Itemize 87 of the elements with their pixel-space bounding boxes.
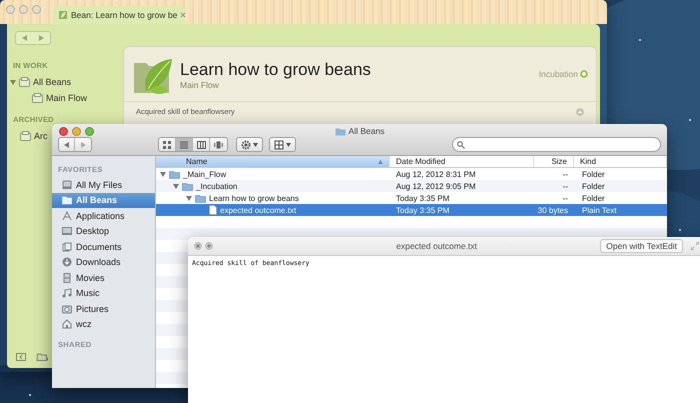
download-icon [62,257,72,268]
sidebar-item[interactable]: Desktop [52,224,155,239]
list-icon [180,140,188,148]
disclosure-icon[interactable] [173,183,179,189]
close-icon [194,242,202,250]
sidebar-item[interactable]: Arc [10,128,48,144]
film-icon [62,272,72,283]
disclosure-icon[interactable] [10,79,16,85]
sidebar-item[interactable]: Movies [52,270,155,286]
action-menu-button[interactable] [236,137,263,152]
file-name: _Incubation [196,182,238,190]
flow-name: Main Flow [180,80,220,90]
sidebar-item[interactable]: wcz [52,316,155,332]
plus-icon [205,242,213,250]
disclosure-icon[interactable] [160,171,166,177]
sidebar-item[interactable]: All My Files [52,177,155,192]
back-icon [64,142,70,148]
apps-icon [62,210,72,221]
box-icon [19,77,30,87]
sort-icon [378,160,383,164]
kind-cell-text: Plain Text [581,204,618,216]
size-cell-text: -- [562,180,569,192]
sidebar-item[interactable]: Main Flow [22,90,88,106]
search-icon [457,141,465,149]
sidebar-item[interactable]: Pictures [52,301,155,316]
kind-cell-text: Folder [581,168,606,180]
column-header[interactable]: Kind [574,156,667,167]
close-icon [180,12,186,18]
kind-cell-text: Folder [581,192,606,204]
size-cell-text: -- [562,192,569,204]
fullscreen-icon [690,242,699,250]
bean-title: Learn how to grow beans [180,60,372,80]
cover-flow-icon [214,140,223,148]
size-cell-text: 30 bytes [536,204,569,216]
forward-icon [80,142,86,148]
stack-icon [32,93,43,103]
house-icon [62,319,72,330]
date-cell-text: Today 3:35 PM [395,192,450,204]
gear-icon [241,140,251,150]
box-icon [20,131,31,141]
caret-icon [286,142,291,146]
sidebar-item[interactable]: All Beans [10,74,72,90]
status-ring-icon [580,70,588,78]
columns-icon [196,140,206,148]
sidebar-item[interactable]: Music [52,286,155,301]
window-title: expected outcome.txt [395,241,478,251]
column-header[interactable]: Name [156,156,390,167]
document-icon [209,205,217,215]
folder-icon [334,126,346,136]
status-label: Incubation [538,69,578,79]
file-row[interactable]: _Incubation Aug 12, 2012 9:05 PM -- Folder [156,180,667,192]
sidebar-item[interactable]: Downloads [52,254,155,270]
sidebar-item[interactable]: Documents [52,239,155,254]
monitor-icon [62,226,72,236]
music-note-icon [62,288,72,298]
column-header[interactable]: Size [534,156,574,167]
drawer-icon [62,180,72,190]
grid-icon [163,140,171,148]
documents-icon [62,242,72,252]
file-name: expected outcome.txt [220,206,296,214]
grid-icon [274,140,284,150]
sidebar-item[interactable]: Applications [52,208,155,224]
caret-icon [253,142,258,146]
file-row[interactable]: expected outcome.txt Today 3:35 PM 30 bytes Plain Text [156,204,667,216]
folder-icon [62,195,72,206]
camera-icon [62,304,72,314]
file-name: _Main_Flow [183,170,226,178]
file-name: Learn how to grow beans [209,194,299,202]
disclosure-icon[interactable] [186,195,192,201]
date-cell-text: Today 3:35 PM [395,204,450,216]
date-cell-text: Aug 12, 2012 8:31 PM [395,168,477,180]
view-mode-button[interactable] [176,138,193,151]
back-icon [22,35,27,41]
open-with-button[interactable]: Open with TextEdit [600,239,683,253]
search-field[interactable] [452,137,661,152]
forward-icon [39,35,44,41]
date-cell-text: Aug 12, 2012 9:05 PM [395,180,477,192]
window-title: All Beans [348,126,384,136]
collapse-icon [576,108,584,116]
arrange-menu-button[interactable] [269,137,296,152]
size-cell-text: -- [562,168,569,180]
new-folder-icon [36,352,48,362]
document-tab[interactable]: Bean: Learn how to grow be [53,6,185,24]
kind-cell-text: Folder [581,180,606,192]
column-header[interactable]: Date Modified [390,156,534,167]
sidebar-toggle-icon [16,352,26,362]
leaf-icon [58,10,68,20]
